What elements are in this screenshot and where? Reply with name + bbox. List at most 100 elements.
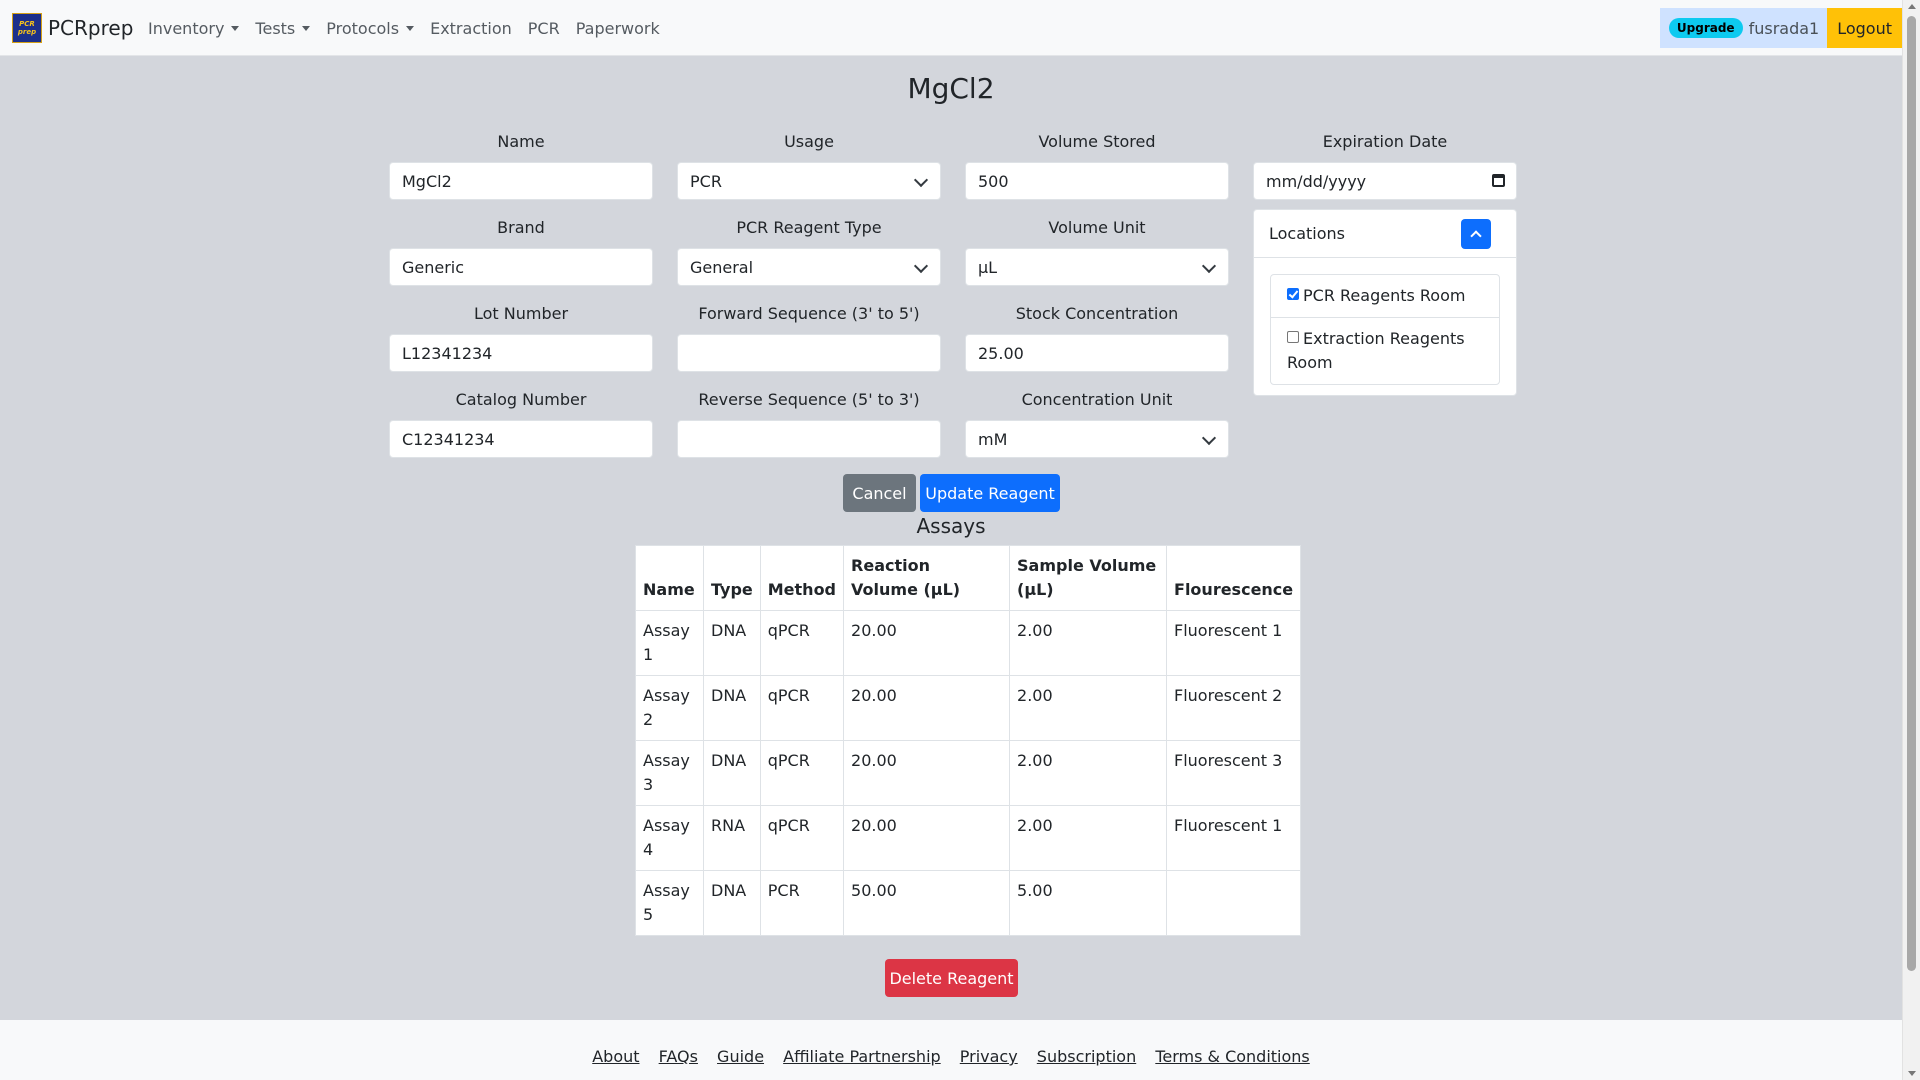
- reaction-volume-cell: 50.00: [843, 870, 1011, 936]
- footer-link-subscription[interactable]: Subscription: [1037, 1047, 1136, 1066]
- nav-tests-label: Tests: [255, 18, 296, 38]
- cancel-button[interactable]: Cancel: [843, 474, 916, 512]
- expiration-date-input[interactable]: mm/dd/yyyy: [1253, 162, 1517, 200]
- usage-select[interactable]: PCR: [677, 162, 941, 200]
- catalog-number-input[interactable]: C12341234: [389, 420, 653, 458]
- name-label: Name: [497, 132, 545, 151]
- caret-down-icon: [302, 25, 311, 31]
- volume-unit-select[interactable]: µL: [965, 248, 1229, 286]
- upgrade-badge[interactable]: Upgrade: [1668, 18, 1743, 38]
- sample-volume-cell: 2.00: [1009, 610, 1168, 676]
- nav-inventory[interactable]: Inventory: [148, 18, 240, 38]
- nav-inventory-label: Inventory: [148, 18, 225, 38]
- scrollbar-thumb[interactable]: [1907, 16, 1916, 971]
- sample-volume-cell: 5.00: [1009, 870, 1168, 936]
- reverse-sequence-label: Reverse Sequence (5' to 3'): [698, 390, 920, 409]
- forward-sequence-label: Forward Sequence (3' to 5'): [698, 304, 920, 323]
- name-input[interactable]: MgCl2: [389, 162, 653, 200]
- locations-title: Locations: [1269, 224, 1346, 243]
- volume-stored-input[interactable]: 500: [965, 162, 1229, 200]
- reaction-volume-cell: 20.00: [843, 610, 1011, 676]
- logout-button[interactable]: Logout: [1827, 8, 1902, 48]
- fluorescence-cell: Fluorescent 1: [1166, 610, 1302, 676]
- concentration-unit-select[interactable]: mM: [965, 420, 1229, 458]
- assay-name-cell: Assay 4: [635, 805, 704, 871]
- top-navbar: PCR prep PCRprep Inventory Tests Protoco…: [0, 0, 1902, 56]
- brand-input[interactable]: Generic: [389, 248, 653, 286]
- footer-link-privacy[interactable]: Privacy: [960, 1047, 1018, 1066]
- locations-header: Locations: [1254, 210, 1516, 258]
- pcr-reagent-type-select[interactable]: General: [677, 248, 941, 286]
- assay-type-cell: DNA: [703, 870, 761, 936]
- reaction-volume-cell: 20.00: [843, 805, 1011, 871]
- sample-volume-cell: 2.00: [1009, 805, 1168, 871]
- usage-label: Usage: [784, 132, 834, 151]
- page-scrollbar[interactable]: [1902, 0, 1920, 1080]
- nav-protocols-label: Protocols: [326, 18, 400, 38]
- location-checkbox-checked[interactable]: [1287, 288, 1299, 300]
- scroll-down-arrow-icon[interactable]: [1908, 1071, 1916, 1076]
- brand-link[interactable]: PCR prep PCRprep: [12, 12, 133, 44]
- assay-type-cell: RNA: [703, 805, 761, 871]
- calendar-icon[interactable]: [1492, 174, 1505, 187]
- concentration-unit-label: Concentration Unit: [1021, 390, 1173, 409]
- assay-name-cell: Assay 3: [635, 740, 704, 806]
- column-header: Type: [703, 545, 761, 611]
- footer: About FAQs Guide Affiliate Partnership P…: [0, 1020, 1902, 1080]
- catalog-number-label: Catalog Number: [455, 390, 587, 409]
- update-reagent-button[interactable]: Update Reagent: [920, 474, 1060, 512]
- concentration-unit-value: mM: [978, 429, 1008, 449]
- reaction-volume-cell: 20.00: [843, 740, 1011, 806]
- chevron-down-icon: [913, 258, 929, 274]
- footer-link-affiliate[interactable]: Affiliate Partnership: [783, 1047, 941, 1066]
- nav-paperwork[interactable]: Paperwork: [576, 19, 660, 38]
- assay-name-cell: Assay 2: [635, 675, 704, 741]
- reaction-volume-cell: 20.00: [843, 675, 1011, 741]
- collapse-chevron-up-icon[interactable]: [1461, 219, 1491, 249]
- assay-method-cell: qPCR: [759, 610, 845, 676]
- stock-concentration-label: Stock Concentration: [1015, 304, 1179, 323]
- nav-protocols[interactable]: Protocols: [326, 18, 415, 38]
- delete-reagent-button[interactable]: Delete Reagent: [885, 959, 1018, 997]
- stock-concentration-input[interactable]: 25.00: [965, 334, 1229, 372]
- brand-name: PCRprep: [48, 16, 134, 40]
- lot-number-input[interactable]: L12341234: [389, 334, 653, 372]
- lot-number-label: Lot Number: [473, 304, 569, 323]
- volume-unit-value: µL: [978, 257, 998, 277]
- volume-stored-label: Volume Stored: [1038, 132, 1156, 151]
- expiration-date-label: Expiration Date: [1322, 132, 1448, 151]
- chevron-down-icon: [1201, 430, 1217, 446]
- nav-pcr[interactable]: PCR: [528, 19, 560, 38]
- fluorescence-cell: Fluorescent 1: [1166, 805, 1302, 871]
- footer-link-faqs[interactable]: FAQs: [659, 1047, 698, 1066]
- username[interactable]: fusrada1: [1749, 19, 1820, 38]
- footer-link-about[interactable]: About: [592, 1047, 639, 1066]
- assay-name-cell: Assay 5: [635, 870, 704, 936]
- assay-name-cell: Assay 1: [635, 610, 704, 676]
- footer-link-guide[interactable]: Guide: [717, 1047, 764, 1066]
- page-title: MgCl2: [907, 72, 995, 105]
- forward-sequence-input[interactable]: [677, 334, 941, 372]
- location-item[interactable]: PCR Reagents Room: [1271, 275, 1499, 318]
- assay-method-cell: qPCR: [759, 740, 845, 806]
- column-header: Reaction Volume (µL): [843, 545, 1011, 611]
- locations-list: PCR Reagents Room Extraction Reagents Ro…: [1270, 274, 1500, 385]
- caret-down-icon: [406, 25, 415, 31]
- location-label: PCR Reagents Room: [1303, 286, 1466, 305]
- footer-link-terms[interactable]: Terms & Conditions: [1155, 1047, 1309, 1066]
- location-checkbox[interactable]: [1287, 331, 1299, 343]
- reverse-sequence-input[interactable]: [677, 420, 941, 458]
- table-row: Assay 1 DNA qPCR 20.00 2.00 Fluorescent …: [635, 610, 1302, 676]
- location-item[interactable]: Extraction Reagents Room: [1271, 318, 1499, 384]
- footer-links: About FAQs Guide Affiliate Partnership P…: [0, 1047, 1902, 1066]
- column-header: Flourescence: [1166, 545, 1302, 611]
- user-box: Upgrade fusrada1 Logout: [1659, 8, 1902, 48]
- table-header-row: Name Type Method Reaction Volume (µL) Sa…: [635, 545, 1302, 611]
- fluorescence-cell: Fluorescent 3: [1166, 740, 1302, 806]
- scroll-up-arrow-icon[interactable]: [1908, 4, 1916, 9]
- column-header: Method: [759, 545, 845, 611]
- table-row: Assay 2 DNA qPCR 20.00 2.00 Fluorescent …: [635, 675, 1302, 741]
- nav-tests[interactable]: Tests: [255, 18, 311, 38]
- nav-extraction[interactable]: Extraction: [430, 19, 512, 38]
- sample-volume-cell: 2.00: [1009, 675, 1168, 741]
